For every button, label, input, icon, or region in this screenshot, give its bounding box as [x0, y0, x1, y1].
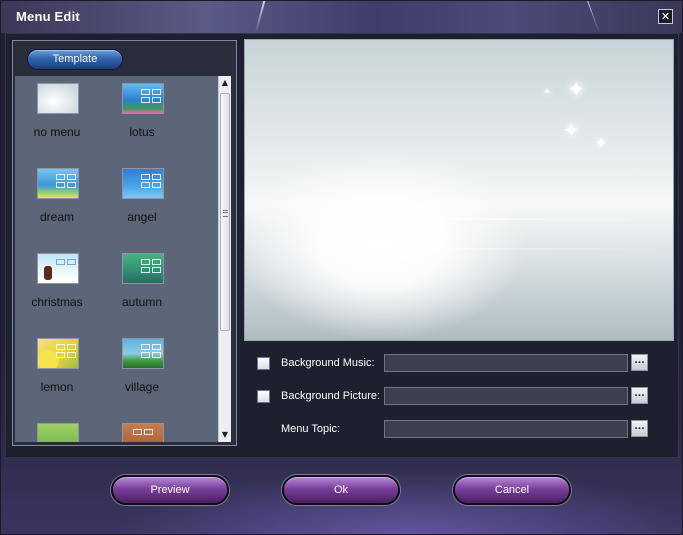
menu-preview-image: ✦ ✦ ✦ ✦	[244, 39, 675, 341]
lotus-thumbnail	[122, 83, 164, 114]
template-panel: Template no menu lotus dream angel chris…	[12, 40, 237, 446]
lemon-thumbnail	[37, 338, 79, 369]
scroll-down-icon[interactable]: ▼	[219, 428, 231, 442]
title-bar[interactable]: Menu Edit ✕	[1, 1, 682, 33]
template-item-lemon[interactable]: lemon	[15, 331, 99, 416]
template-label: no menu	[33, 125, 81, 139]
window-title: Menu Edit	[16, 9, 80, 24]
background-music-browse-button[interactable]: ...	[631, 354, 648, 371]
christmas-thumbnail	[37, 253, 79, 284]
preview-button[interactable]: Preview	[111, 475, 229, 505]
menu-topic-row: Menu Topic: ...	[257, 420, 657, 440]
ok-button[interactable]: Ok	[282, 475, 400, 505]
sparkle-icon: ✦	[543, 87, 552, 98]
background-picture-field[interactable]	[384, 387, 628, 405]
template-tab[interactable]: Template	[27, 49, 123, 70]
scroll-up-icon[interactable]: ▲	[219, 76, 231, 90]
orange-template-thumbnail	[122, 423, 164, 442]
green-template-thumbnail	[37, 423, 79, 442]
menu-topic-browse-button[interactable]: ...	[631, 420, 648, 437]
grip-icon	[223, 210, 228, 217]
template-item-partial[interactable]	[15, 416, 99, 442]
template-item-christmas[interactable]: christmas	[15, 246, 99, 331]
sparkle-icon: ✦	[567, 78, 586, 103]
background-music-field[interactable]	[384, 354, 628, 372]
light-streak	[245, 218, 675, 220]
background-picture-checkbox[interactable]	[257, 390, 270, 403]
template-item-no-menu[interactable]: no menu	[15, 76, 99, 161]
template-label: angel	[127, 210, 157, 224]
template-label: autumn	[121, 295, 163, 309]
template-label: lotus	[129, 125, 155, 139]
template-item-autumn[interactable]: autumn	[100, 246, 184, 331]
template-item-village[interactable]: village	[100, 331, 184, 416]
template-list[interactable]: no menu lotus dream angel christmas autu…	[15, 76, 231, 442]
background-picture-browse-button[interactable]: ...	[631, 387, 648, 404]
template-label: lemon	[40, 380, 74, 394]
cancel-button[interactable]: Cancel	[453, 475, 571, 505]
autumn-thumbnail	[122, 253, 164, 284]
menu-topic-field[interactable]	[384, 420, 628, 438]
lightning-decoration	[587, 1, 600, 33]
no-menu-thumbnail	[37, 83, 79, 114]
scroll-thumb[interactable]	[220, 93, 230, 331]
template-item-partial[interactable]	[100, 416, 184, 442]
lightning-decoration	[254, 1, 266, 33]
light-streak	[245, 248, 675, 250]
template-item-lotus[interactable]: lotus	[100, 76, 184, 161]
background-picture-row: Background Picture: ...	[257, 387, 657, 407]
template-item-angel[interactable]: angel	[100, 161, 184, 246]
village-thumbnail	[122, 338, 164, 369]
template-label: christmas	[31, 295, 83, 309]
sparkle-icon: ✦	[563, 118, 580, 142]
close-button[interactable]: ✕	[658, 9, 673, 24]
background-music-checkbox[interactable]	[257, 357, 270, 370]
menu-edit-dialog: Menu Edit ✕ Template no menu lotus dream…	[0, 0, 683, 535]
template-item-dream[interactable]: dream	[15, 161, 99, 246]
dream-thumbnail	[37, 168, 79, 199]
background-music-label: Background Music:	[281, 357, 375, 369]
background-picture-label: Background Picture:	[281, 390, 381, 402]
template-label: dream	[39, 210, 74, 224]
angel-thumbnail	[122, 168, 164, 199]
vertical-scrollbar[interactable]: ▲ ▼	[218, 76, 231, 442]
background-music-row: Background Music: ...	[257, 354, 657, 374]
menu-topic-label: Menu Topic:	[281, 423, 341, 435]
sparkle-icon: ✦	[595, 134, 608, 152]
template-label: village	[124, 380, 160, 394]
